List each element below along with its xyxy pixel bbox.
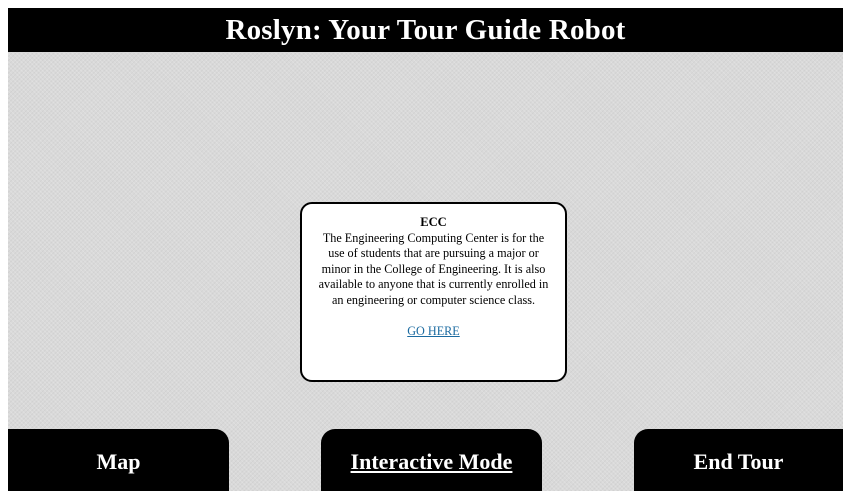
page-title: Roslyn: Your Tour Guide Robot	[225, 13, 626, 46]
interactive-mode-button[interactable]: Interactive Mode	[321, 429, 542, 491]
interactive-mode-button-label: Interactive Mode	[350, 449, 513, 474]
location-info-card: ECC The Engineering Computing Center is …	[300, 202, 567, 382]
location-description: The Engineering Computing Center is for …	[318, 230, 549, 307]
location-title: ECC	[420, 215, 447, 229]
end-tour-button-label: End Tour	[693, 449, 784, 474]
map-button[interactable]: Map	[8, 429, 229, 491]
page-header: Roslyn: Your Tour Guide Robot	[8, 8, 843, 52]
end-tour-button[interactable]: End Tour	[634, 429, 843, 491]
map-button-label: Map	[96, 449, 141, 474]
go-here-link[interactable]: GO HERE	[407, 324, 459, 340]
